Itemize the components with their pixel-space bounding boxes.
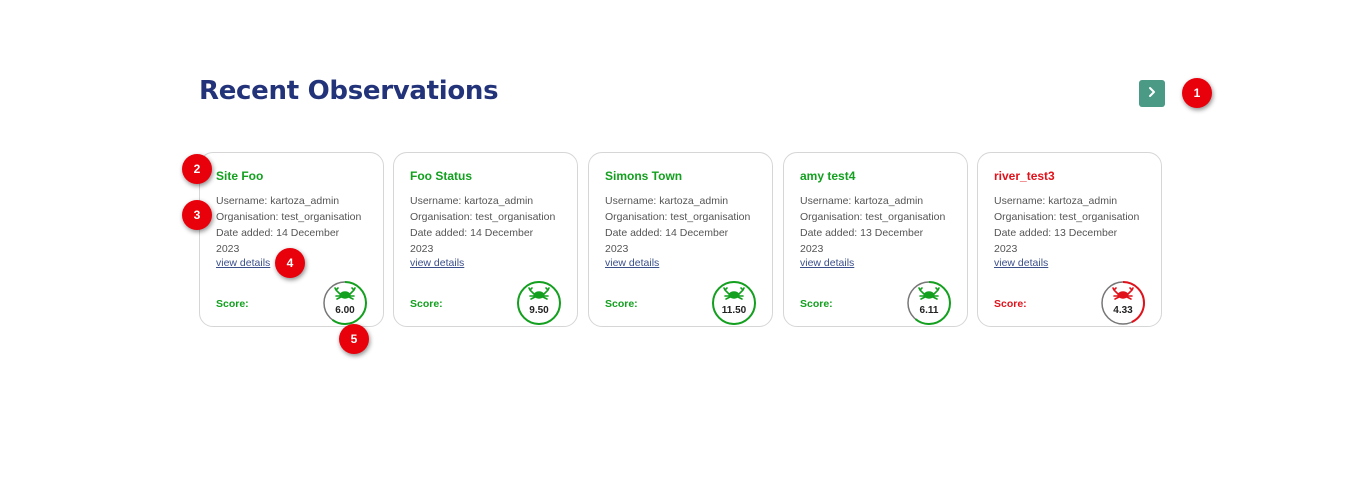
observation-card: Simons Town Username: kartoza_admin Orga…	[588, 152, 773, 327]
annotation-marker-5: 5	[339, 324, 369, 354]
observation-card: river_test3 Username: kartoza_admin Orga…	[977, 152, 1162, 327]
username-value: kartoza_admin	[659, 195, 729, 207]
date-label: Date added:	[605, 227, 663, 239]
annotation-marker-1: 1	[1182, 78, 1212, 108]
username-label: Username:	[410, 195, 462, 207]
username-label: Username:	[800, 195, 852, 207]
annotation-marker-4: 4	[275, 248, 305, 278]
date-value: 14 December	[276, 227, 340, 239]
view-details-link[interactable]: view details	[800, 257, 854, 269]
observation-card: Site Foo Username: kartoza_admin Organis…	[199, 152, 384, 327]
site-name[interactable]: Simons Town	[605, 169, 682, 183]
date-label: Date added:	[410, 227, 468, 239]
next-button[interactable]	[1139, 80, 1165, 107]
score-badge: 6.11	[906, 280, 954, 328]
site-name[interactable]: amy test4	[800, 169, 855, 183]
date-value: 14 December	[665, 227, 729, 239]
organisation-value: test_organisation	[670, 211, 751, 223]
score-label: Score:	[410, 298, 443, 310]
date-year: 2023	[800, 243, 824, 255]
view-details-link[interactable]: view details	[994, 257, 1048, 269]
score-label: Score:	[216, 298, 249, 310]
date-year: 2023	[410, 243, 434, 255]
organisation-label: Organisation:	[605, 211, 668, 223]
chevron-right-icon	[1147, 85, 1157, 103]
date-value: 13 December	[860, 227, 924, 239]
date-label: Date added:	[994, 227, 1052, 239]
date-value: 13 December	[1054, 227, 1118, 239]
score-label: Score:	[605, 298, 638, 310]
view-details-link[interactable]: view details	[605, 257, 659, 269]
username-value: kartoza_admin	[854, 195, 924, 207]
score-badge: 6.00	[322, 280, 370, 328]
score-value: 11.50	[721, 305, 747, 316]
score-ring	[323, 281, 367, 325]
username-value: kartoza_admin	[1048, 195, 1118, 207]
observation-card: amy test4 Username: kartoza_admin Organi…	[783, 152, 968, 327]
organisation-label: Organisation:	[410, 211, 473, 223]
organisation-value: test_organisation	[281, 211, 362, 223]
organisation-value: test_organisation	[475, 211, 556, 223]
date-year: 2023	[605, 243, 629, 255]
site-name[interactable]: Site Foo	[216, 169, 263, 183]
score-ring	[517, 281, 561, 325]
score-value: 9.50	[529, 305, 549, 316]
score-label: Score:	[800, 298, 833, 310]
organisation-label: Organisation:	[800, 211, 863, 223]
site-name[interactable]: river_test3	[994, 169, 1055, 183]
view-details-link[interactable]: view details	[410, 257, 464, 269]
username-label: Username:	[216, 195, 268, 207]
annotation-marker-2: 2	[182, 154, 212, 184]
username-value: kartoza_admin	[464, 195, 534, 207]
page-title: Recent Observations	[199, 76, 499, 106]
score-badge: 11.50	[711, 280, 759, 328]
date-label: Date added:	[216, 227, 274, 239]
score-badge: 4.33	[1100, 280, 1148, 328]
observation-card: Foo Status Username: kartoza_admin Organ…	[393, 152, 578, 327]
organisation-label: Organisation:	[216, 211, 279, 223]
date-value: 14 December	[470, 227, 534, 239]
date-year: 2023	[994, 243, 1018, 255]
site-name[interactable]: Foo Status	[410, 169, 472, 183]
organisation-label: Organisation:	[994, 211, 1057, 223]
score-label: Score:	[994, 298, 1027, 310]
score-value: 6.11	[919, 305, 939, 316]
date-label: Date added:	[800, 227, 858, 239]
score-ring	[712, 281, 756, 325]
score-ring	[907, 281, 951, 325]
score-value: 6.00	[335, 305, 355, 316]
annotation-marker-3: 3	[182, 200, 212, 230]
score-ring	[1101, 281, 1145, 325]
view-details-link[interactable]: view details	[216, 257, 270, 269]
score-badge: 9.50	[516, 280, 564, 328]
score-value: 4.33	[1113, 305, 1133, 316]
organisation-value: test_organisation	[865, 211, 946, 223]
username-label: Username:	[605, 195, 657, 207]
username-value: kartoza_admin	[270, 195, 340, 207]
organisation-value: test_organisation	[1059, 211, 1140, 223]
username-label: Username:	[994, 195, 1046, 207]
